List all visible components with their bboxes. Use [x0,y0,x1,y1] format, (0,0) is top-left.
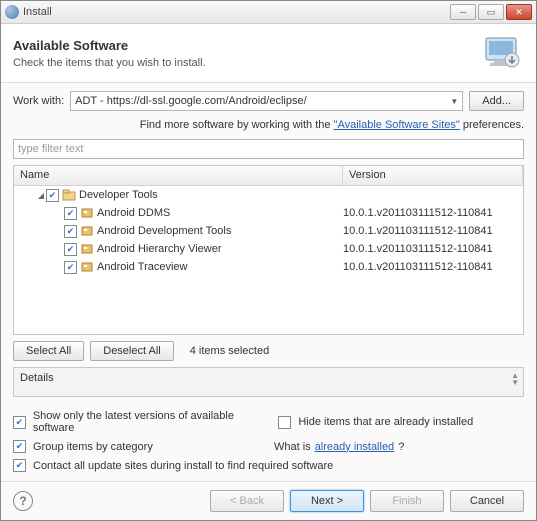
deselect-all-button[interactable]: Deselect All [90,341,173,361]
selection-count: 4 items selected [190,345,269,357]
close-button[interactable]: ✕ [506,4,532,20]
tree-body[interactable]: ◢ ✔ Developer Tools ✔ Android DDMS 10.0.… [14,186,523,334]
dialog-header: Available Software Check the items that … [1,24,536,83]
checkbox[interactable]: ✔ [64,243,77,256]
checkbox[interactable]: ✔ [46,189,59,202]
back-button[interactable]: < Back [210,490,284,512]
help-button[interactable]: ? [13,491,33,511]
category-icon [62,189,76,201]
checkbox-hide-installed[interactable] [278,416,291,429]
software-tree: Name Version ◢ ✔ Developer Tools ✔ [13,165,524,335]
page-title: Available Software [13,38,480,53]
workwith-label: Work with: [13,95,64,107]
app-icon [5,5,19,19]
cancel-button[interactable]: Cancel [450,490,524,512]
tree-item[interactable]: ✔ Android Development Tools 10.0.1.v2011… [14,222,523,240]
available-sites-link[interactable]: "Available Software Sites" [334,119,460,131]
workwith-value: ADT - https://dl-ssl.google.com/Android/… [75,95,307,107]
opt-group-label: Group items by category [33,441,153,453]
checkbox[interactable]: ✔ [64,207,77,220]
feature-icon [80,207,94,219]
chevron-down-icon: ▼ [450,97,458,106]
feature-icon [80,225,94,237]
group-label: Developer Tools [79,189,343,201]
checkbox-latest[interactable]: ✔ [13,416,26,429]
checkbox-contact[interactable]: ✔ [13,459,26,472]
workwith-combo[interactable]: ADT - https://dl-ssl.google.com/Android/… [70,91,463,111]
tree-item[interactable]: ✔ Android Hierarchy Viewer 10.0.1.v20110… [14,240,523,258]
select-all-button[interactable]: Select All [13,341,84,361]
checkbox[interactable]: ✔ [64,225,77,238]
checkbox-group[interactable]: ✔ [13,440,26,453]
titlebar[interactable]: Install ─ ▭ ✕ [1,1,536,24]
minimize-button[interactable]: ─ [450,4,476,20]
opt-contact-label: Contact all update sites during install … [33,460,333,472]
tree-item[interactable]: ✔ Android Traceview 10.0.1.v201103111512… [14,258,523,276]
feature-icon [80,243,94,255]
dialog-footer: ? < Back Next > Finish Cancel [1,481,536,520]
details-panel: Details ▲▼ [13,367,524,397]
add-button[interactable]: Add... [469,91,524,111]
collapse-icon[interactable]: ◢ [36,191,46,200]
already-installed-link[interactable]: already installed [315,441,395,453]
column-version[interactable]: Version [343,166,523,185]
next-button[interactable]: Next > [290,490,364,512]
page-subtitle: Check the items that you wish to install… [13,57,480,69]
finish-button[interactable]: Finish [370,490,444,512]
details-label: Details [20,372,54,384]
install-dialog: Install ─ ▭ ✕ Available Software Check t… [0,0,537,521]
checkbox[interactable]: ✔ [64,261,77,274]
opt-latest-label: Show only the latest versions of availab… [33,410,275,434]
tree-item[interactable]: ✔ Android DDMS 10.0.1.v201103111512-1108… [14,204,523,222]
details-spinner[interactable]: ▲▼ [511,372,519,386]
window-title: Install [23,6,450,18]
feature-icon [80,261,94,273]
opt-hide-label: Hide items that are already installed [298,416,473,428]
column-name[interactable]: Name [14,166,343,185]
filter-input[interactable]: type filter text [13,139,524,159]
install-icon [480,34,524,72]
sites-hint: Find more software by working with the "… [13,115,524,139]
tree-group[interactable]: ◢ ✔ Developer Tools [14,186,523,204]
maximize-button[interactable]: ▭ [478,4,504,20]
